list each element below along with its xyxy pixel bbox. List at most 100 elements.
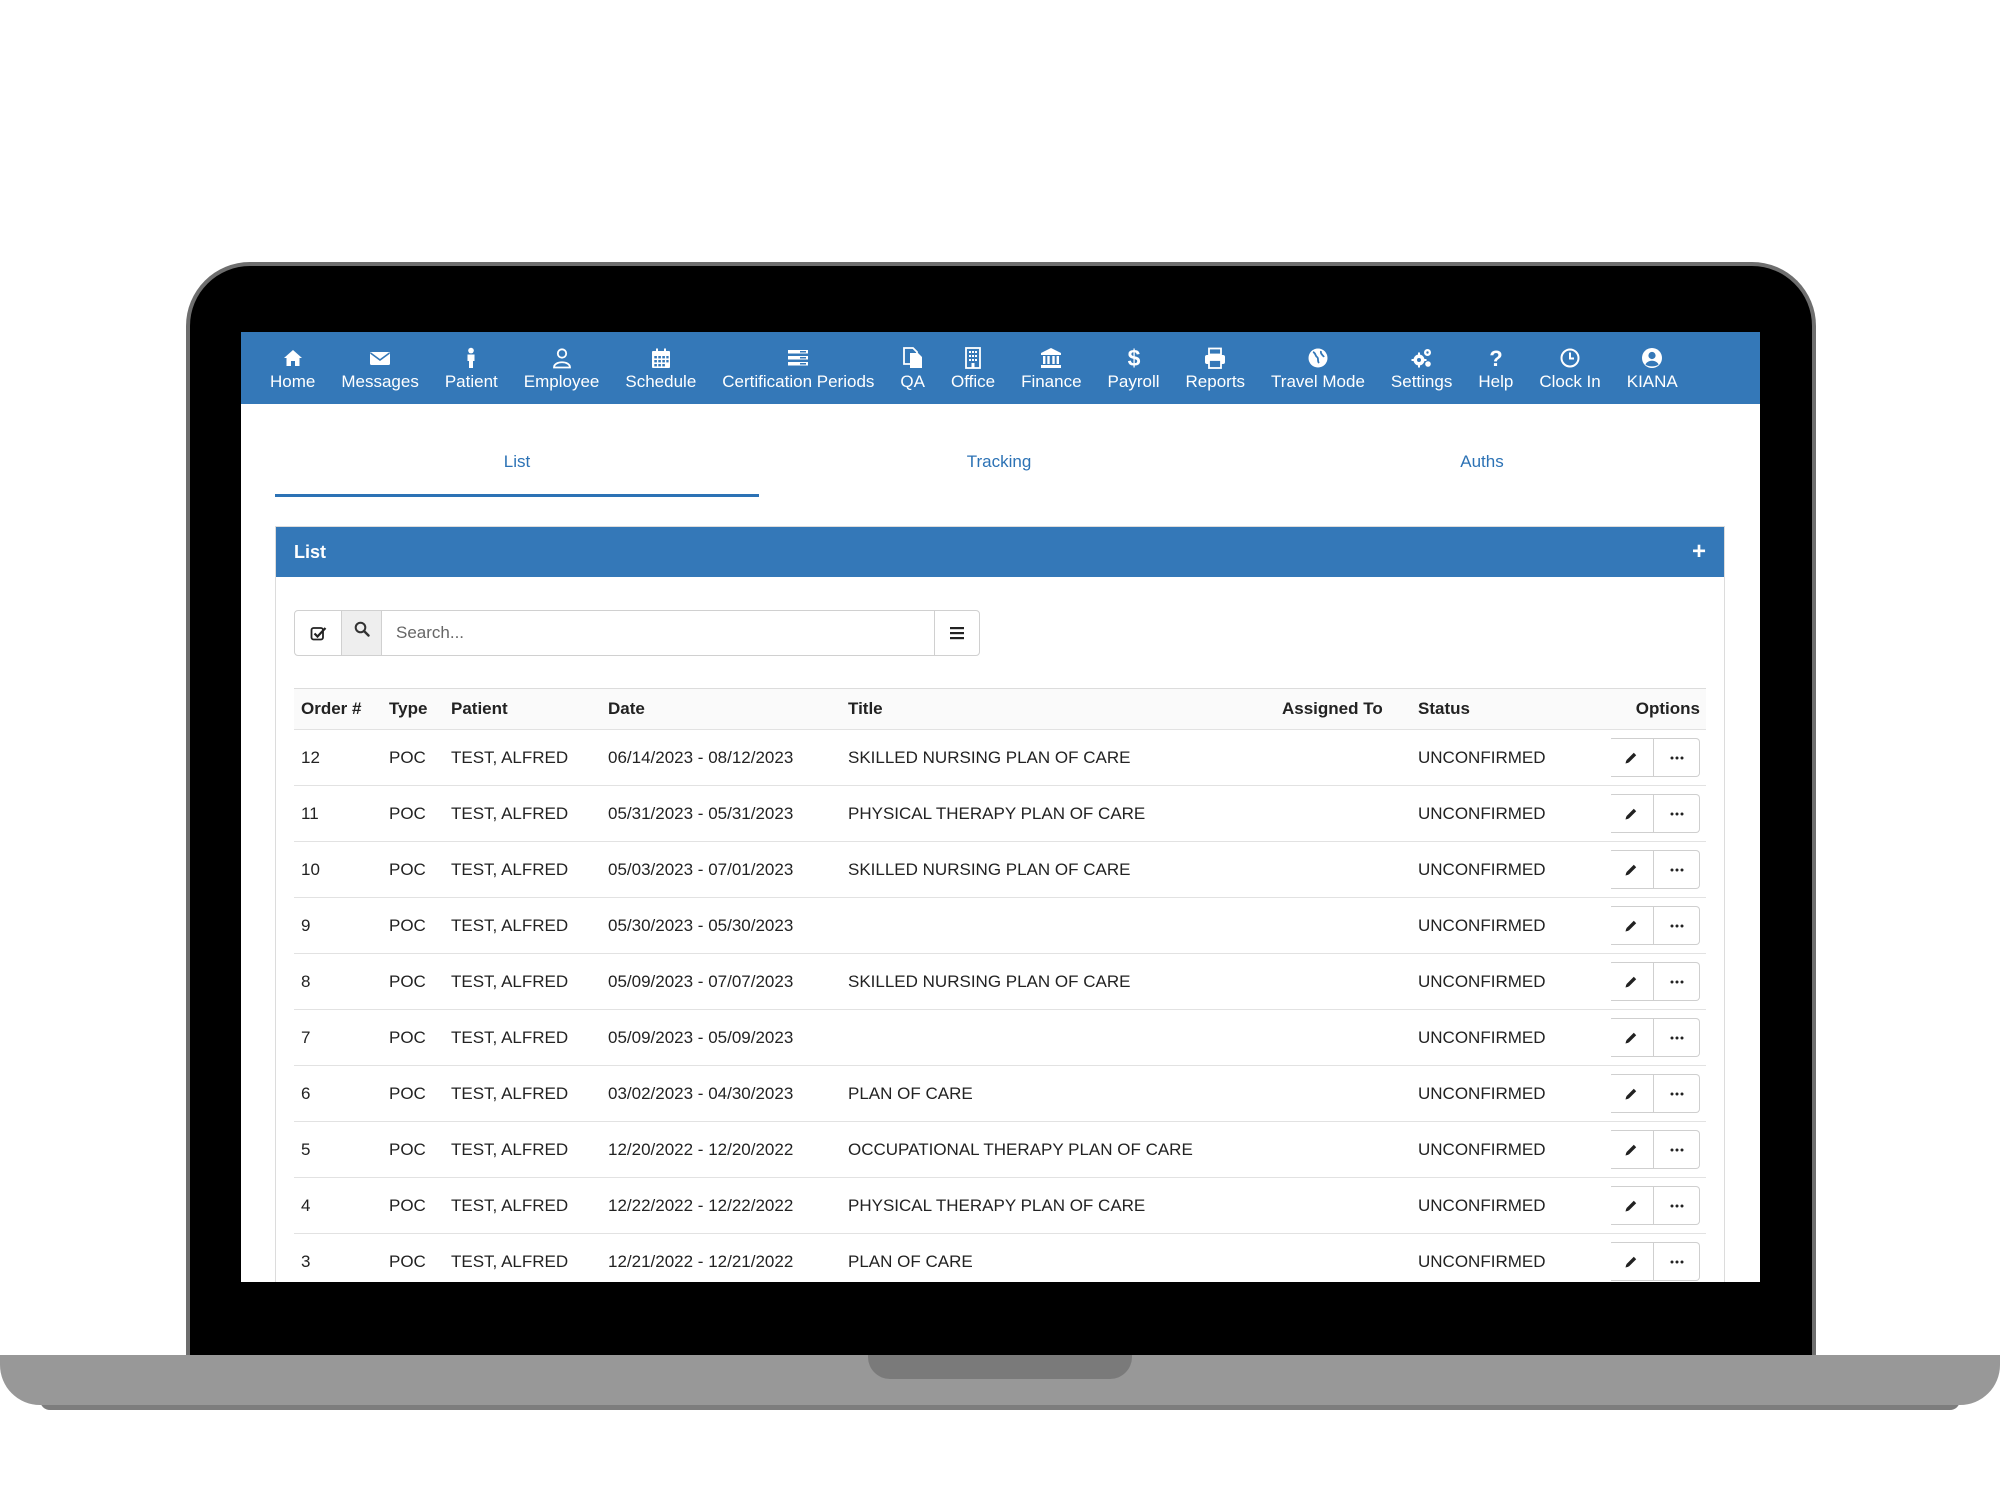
- orders-table: Order # Type Patient Date Title Assigned…: [294, 688, 1706, 1282]
- more-options-button[interactable]: [1654, 1018, 1700, 1057]
- nav-kiana[interactable]: KIANA: [1614, 345, 1691, 392]
- nav-settings[interactable]: Settings: [1378, 345, 1465, 392]
- header-status[interactable]: Status: [1411, 699, 1611, 719]
- cell-patient: TEST, ALFRED: [451, 803, 569, 823]
- nav-home[interactable]: Home: [257, 345, 328, 392]
- cell-status: UNCONFIRMED: [1418, 1251, 1546, 1271]
- header-assigned-to[interactable]: Assigned To: [1275, 699, 1411, 719]
- cell-title: PHYSICAL THERAPY PLAN OF CARE: [848, 1195, 1146, 1215]
- more-options-button[interactable]: [1654, 794, 1700, 833]
- nav-patient[interactable]: Patient: [432, 345, 511, 392]
- cell-type: POC: [389, 1139, 426, 1159]
- edit-button[interactable]: [1611, 850, 1654, 889]
- pencil-icon: [1625, 1088, 1637, 1099]
- nav-label: Home: [270, 371, 316, 391]
- edit-button[interactable]: [1611, 1074, 1654, 1113]
- select-all-button[interactable]: [294, 610, 342, 656]
- nav-certification-periods[interactable]: Certification Periods: [709, 345, 887, 392]
- more-options-button[interactable]: [1654, 1186, 1700, 1225]
- nav-schedule[interactable]: Schedule: [612, 345, 709, 392]
- cell-options: [1611, 850, 1706, 889]
- app-screen: Home Messages Patient Employee Schedule Certi…: [241, 332, 1760, 1282]
- edit-button[interactable]: [1611, 906, 1654, 945]
- column-menu-button[interactable]: [934, 610, 980, 656]
- ellipsis-icon: [1670, 924, 1683, 927]
- clock-icon: [1559, 345, 1581, 371]
- search-input[interactable]: [382, 610, 934, 656]
- pencil-icon: [1625, 1032, 1637, 1043]
- cell-options: [1611, 1074, 1706, 1113]
- table-row: 6 POC TEST, ALFRED 03/02/2023 - 04/30/2023 P…: [294, 1066, 1706, 1122]
- pencil-icon: [1625, 920, 1637, 931]
- tab-tracking[interactable]: Tracking: [757, 452, 1241, 472]
- more-options-button[interactable]: [1654, 1130, 1700, 1169]
- more-options-button[interactable]: [1654, 1074, 1700, 1113]
- cell-patient: TEST, ALFRED: [451, 1027, 569, 1047]
- tab-list[interactable]: List: [275, 452, 759, 497]
- cell-title: SKILLED NURSING PLAN OF CARE: [848, 747, 1131, 767]
- nav-label: Clock In: [1539, 371, 1601, 391]
- nav-office[interactable]: Office: [938, 345, 1008, 392]
- ellipsis-icon: [1670, 868, 1683, 871]
- more-options-button[interactable]: [1654, 962, 1700, 1001]
- nav-reports[interactable]: Reports: [1173, 345, 1259, 392]
- header-title[interactable]: Title: [841, 699, 1275, 719]
- cell-status: UNCONFIRMED: [1418, 915, 1546, 935]
- nav-clock-in[interactable]: Clock In: [1526, 345, 1613, 392]
- question-icon: ?: [1485, 345, 1507, 371]
- nav-label: Schedule: [625, 371, 697, 391]
- add-button[interactable]: +: [1692, 538, 1706, 566]
- more-options-button[interactable]: [1654, 850, 1700, 889]
- edit-button[interactable]: [1611, 962, 1654, 1001]
- more-options-button[interactable]: [1654, 738, 1700, 777]
- nav-help[interactable]: ? Help: [1465, 345, 1526, 392]
- cell-status: UNCONFIRMED: [1418, 747, 1546, 767]
- row-actions: [1611, 1018, 1700, 1057]
- more-options-button[interactable]: [1654, 1242, 1700, 1281]
- row-actions: [1611, 738, 1700, 777]
- nav-messages[interactable]: Messages: [328, 345, 431, 392]
- pencil-icon: [1625, 864, 1637, 875]
- nav-payroll[interactable]: $ Payroll: [1095, 345, 1173, 392]
- tab-auths[interactable]: Auths: [1240, 452, 1724, 472]
- search-bar: [294, 610, 980, 656]
- header-order[interactable]: Order #: [294, 699, 382, 719]
- edit-button[interactable]: [1611, 1130, 1654, 1169]
- header-patient[interactable]: Patient: [444, 699, 601, 719]
- ellipsis-icon: [1670, 980, 1683, 983]
- svg-text:$: $: [1127, 347, 1140, 369]
- cell-options: [1611, 962, 1706, 1001]
- nav-finance[interactable]: Finance: [1008, 345, 1094, 392]
- user-outline-icon: [551, 345, 573, 371]
- table-row: 10 POC TEST, ALFRED 05/03/2023 - 07/01/2023…: [294, 842, 1706, 898]
- header-date[interactable]: Date: [601, 699, 841, 719]
- edit-button[interactable]: [1611, 1242, 1654, 1281]
- dollar-icon: $: [1123, 345, 1145, 371]
- cell-date: 12/22/2022 - 12/22/2022: [608, 1195, 794, 1215]
- edit-button[interactable]: [1611, 738, 1654, 777]
- list-icon: [787, 345, 809, 371]
- nav-label: Certification Periods: [722, 371, 875, 391]
- edit-button[interactable]: [1611, 794, 1654, 833]
- edit-button[interactable]: [1611, 1186, 1654, 1225]
- more-options-button[interactable]: [1654, 906, 1700, 945]
- cell-type: POC: [389, 1251, 426, 1271]
- row-actions: [1611, 1186, 1700, 1225]
- cell-order: 8: [301, 971, 311, 991]
- row-actions: [1611, 1074, 1700, 1113]
- cell-order: 3: [301, 1251, 311, 1271]
- cell-options: [1611, 1242, 1706, 1281]
- edit-button[interactable]: [1611, 1018, 1654, 1057]
- table-row: 4 POC TEST, ALFRED 12/22/2022 - 12/22/2022 P…: [294, 1178, 1706, 1234]
- nav-label: Finance: [1021, 371, 1082, 391]
- cell-patient: TEST, ALFRED: [451, 971, 569, 991]
- header-options: Options: [1635, 699, 1700, 718]
- nav-travel-mode[interactable]: Travel Mode: [1258, 345, 1378, 392]
- header-type[interactable]: Type: [382, 699, 444, 719]
- gears-icon: [1411, 345, 1433, 371]
- nav-employee[interactable]: Employee: [511, 345, 613, 392]
- nav-qa[interactable]: QA: [887, 345, 938, 392]
- cell-date: 05/31/2023 - 05/31/2023: [608, 803, 794, 823]
- row-actions: [1611, 794, 1700, 833]
- table-row: 7 POC TEST, ALFRED 05/09/2023 - 05/09/2023 U…: [294, 1010, 1706, 1066]
